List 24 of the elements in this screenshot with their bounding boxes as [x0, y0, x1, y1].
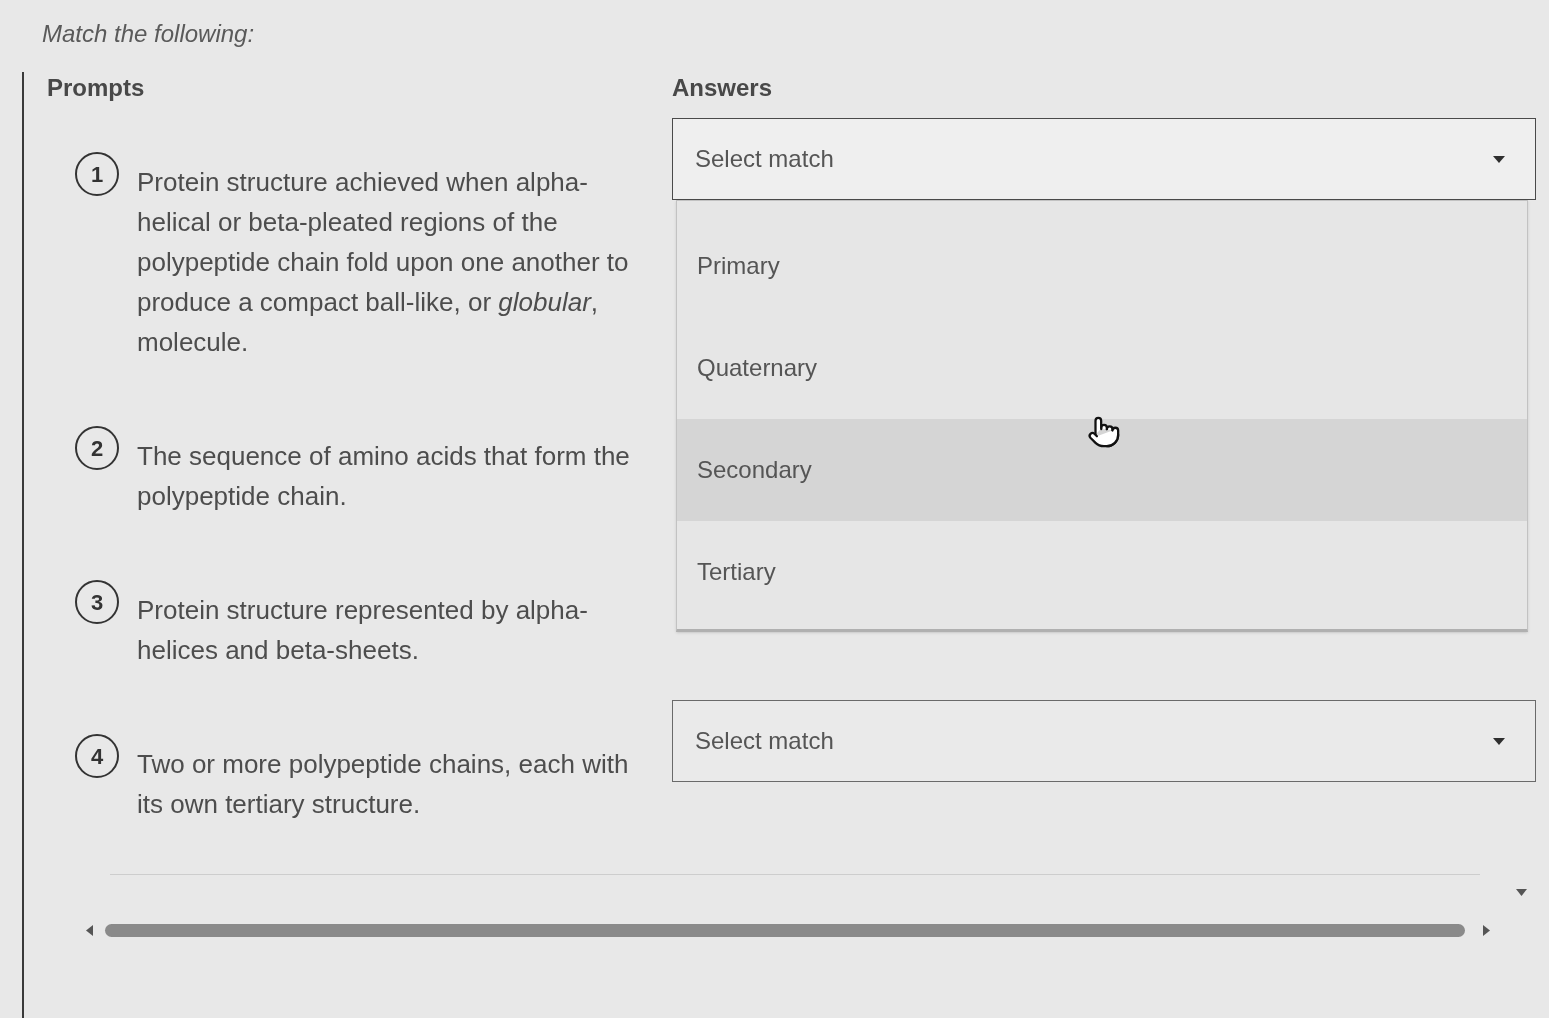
hand-cursor-icon: [1087, 415, 1121, 449]
column-heading: Prompts: [47, 73, 145, 103]
prompt-number: 1: [75, 152, 119, 196]
select-dropdown[interactable]: Select match: [672, 700, 1536, 782]
prompt-text: The sequence of amino acids that form the polypeptide chain.: [137, 440, 631, 513]
dropdown-option[interactable]: Secondary: [677, 419, 1527, 521]
prompt-number: 3: [75, 580, 119, 624]
scroll-down-arrow-icon[interactable]: [1516, 889, 1527, 896]
scroll-right-arrow-icon[interactable]: [1483, 925, 1490, 936]
prompt-number: 4: [75, 734, 119, 778]
select-dropdown[interactable]: Select match: [672, 118, 1536, 200]
prompt-text: Two or more polypeptide chains, each with its own tertiary structure.: [137, 748, 630, 821]
dropdown-option[interactable]: Quaternary: [677, 317, 1527, 419]
prompt-number: 2: [75, 426, 119, 470]
dropdown-option[interactable]: Primary: [677, 215, 1527, 317]
scroll-left-arrow-icon[interactable]: [86, 925, 93, 936]
caret-down-icon: [1493, 737, 1505, 745]
caret-down-icon: [1493, 155, 1505, 163]
prompt-text: Protein structure achieved when alpha-helical or beta-pleated regions of the polypeptide chain fold upon one another to produce a compact ball-like, or globular, molecule.: [137, 166, 630, 359]
dropdown-option[interactable]: Tertiary: [677, 521, 1527, 623]
prompt-text: Protein structure represented by alpha-helices and beta-sheets.: [137, 594, 589, 667]
instruction-text: Match the following:: [42, 19, 255, 49]
scrollbar-thumb[interactable]: [105, 924, 1465, 937]
column-heading: Answers: [672, 73, 773, 103]
